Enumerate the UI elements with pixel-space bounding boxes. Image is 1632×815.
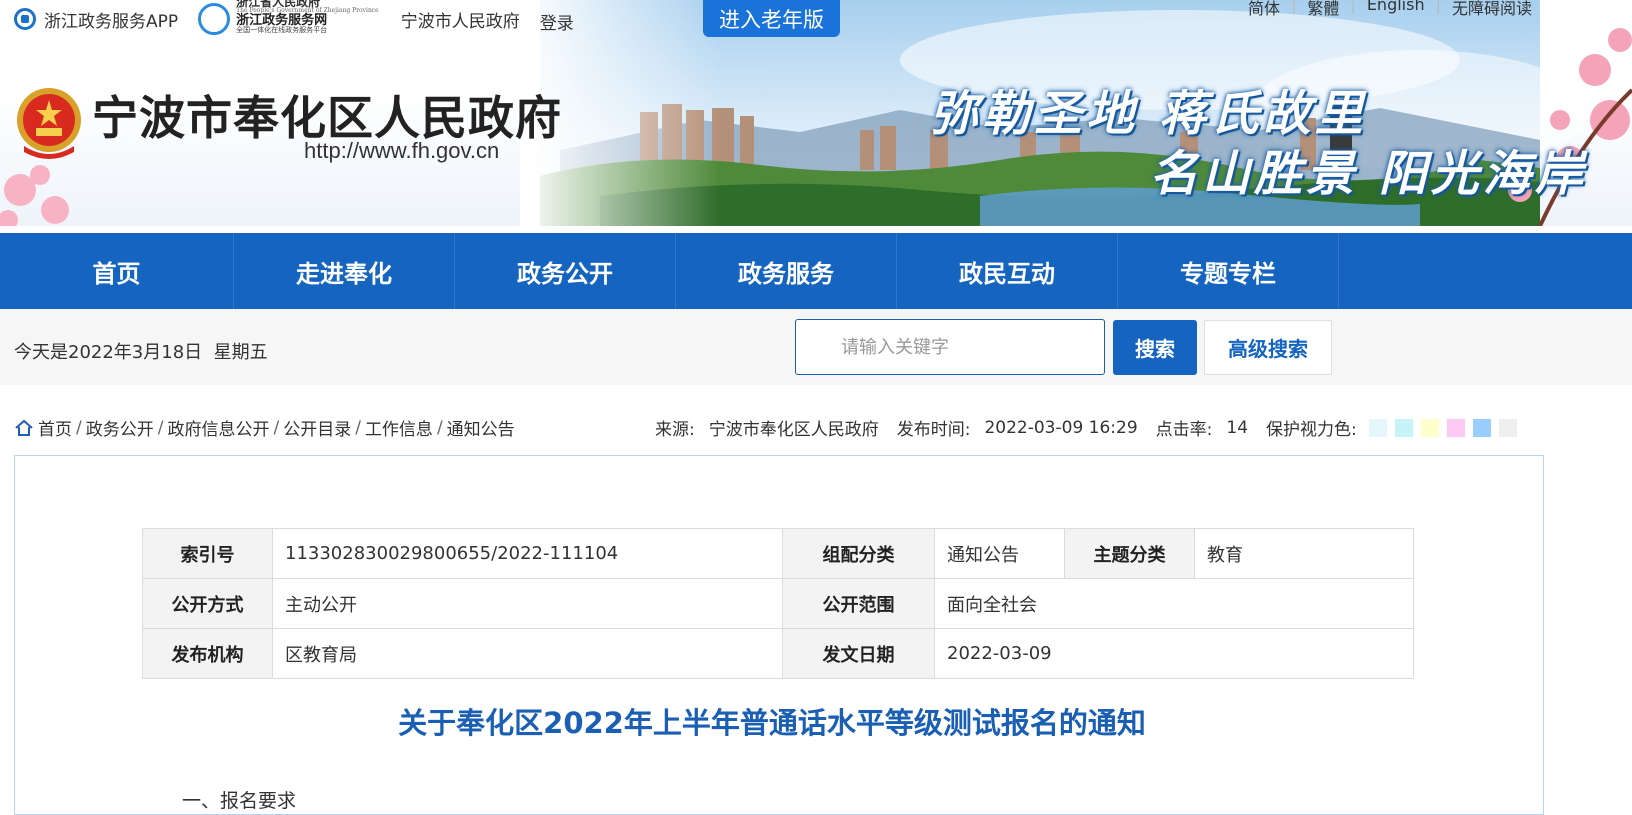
article-meta: 来源: 宁波市奉化区人民政府 发布时间: 2022-03-09 16:29 点击… (655, 415, 1517, 440)
zj-app-label: 浙江政务服务APP (44, 11, 179, 32)
login-link[interactable]: 登录 (540, 9, 574, 34)
home-icon (15, 419, 33, 436)
topic-value: 教育 (1194, 528, 1414, 579)
zj-app-link[interactable]: 浙江政务服务APP (14, 7, 178, 32)
nav-interaction[interactable]: 政民互动 (897, 233, 1118, 309)
hits-label: 点击率: (1155, 420, 1213, 440)
header-banner: 浙江政务服务APP 浙江省人民政府 The People's Governmen… (0, 0, 1632, 226)
color-swatch[interactable] (1498, 418, 1517, 437)
lang-simplified[interactable]: 简体 (1248, 0, 1280, 19)
open-mode-value: 主动公开 (272, 578, 783, 629)
breadcrumb-catalog[interactable]: 公开目录 (283, 415, 351, 440)
color-swatch[interactable] (1394, 418, 1413, 437)
open-scope-label: 公开范围 (782, 578, 935, 629)
doc-info-table: 索引号 113302830029800655/2022-111104 组配分类 … (142, 528, 1414, 679)
lang-traditional[interactable]: 繁體 (1307, 0, 1339, 19)
zj-app-icon (14, 8, 36, 30)
issue-date-label: 发文日期 (782, 628, 935, 679)
index-value: 113302830029800655/2022-111104 (272, 528, 783, 579)
advanced-search-button[interactable]: 高级搜索 (1204, 320, 1332, 375)
section-heading: 一、报名要求 (182, 790, 297, 812)
zj-gov-service-logo[interactable]: 浙江省人民政府 The People's Government of Zheji… (198, 0, 379, 35)
group-value: 通知公告 (934, 528, 1065, 579)
breadcrumb-work-info[interactable]: 工作信息 (365, 415, 433, 440)
publish-time-value: 2022-03-09 16:29 (984, 417, 1138, 438)
topic-label: 主题分类 (1064, 528, 1195, 579)
search-input[interactable] (795, 319, 1105, 375)
slogan-line2: 名山胜景 阳光海岸 (1150, 146, 1587, 202)
document-title: 关于奉化区2022年上半年普通话水平等级测试报名的通知 (398, 706, 1146, 740)
color-swatch[interactable] (1446, 418, 1465, 437)
zj-logo-line4: 全国一体化在线政务服务平台 (236, 26, 328, 34)
open-mode-label: 公开方式 (142, 578, 273, 629)
nav-home[interactable]: 首页 (0, 233, 234, 309)
open-scope-value: 面向全社会 (934, 578, 1414, 629)
index-label: 索引号 (142, 528, 273, 579)
language-switch: 简体 | 繁體 | English | 无障碍阅读 (1248, 0, 1532, 19)
national-emblem-icon (17, 88, 81, 159)
hits-value: 14 (1226, 417, 1249, 438)
publish-time-label: 发布时间: (896, 420, 971, 440)
issue-date-value: 2022-03-09 (934, 628, 1414, 679)
elder-mode-button[interactable]: 进入老年版 (703, 0, 840, 37)
nav-gov-services[interactable]: 政务服务 (676, 233, 897, 309)
search-button[interactable]: 搜索 (1113, 320, 1197, 375)
nav-gov-affairs-open[interactable]: 政务公开 (455, 233, 676, 309)
color-swatch[interactable] (1472, 418, 1491, 437)
color-swatch[interactable] (1420, 418, 1439, 437)
accessibility-link[interactable]: 无障碍阅读 (1452, 0, 1532, 19)
nav-special-topics[interactable]: 专题专栏 (1118, 233, 1339, 309)
city-gov-link[interactable]: 宁波市人民政府 (401, 7, 520, 32)
main-nav: 首页 走进奉化 政务公开 政务服务 政民互动 专题专栏 (0, 233, 1632, 309)
org-value: 区教育局 (272, 628, 783, 679)
zj-gov-service-icon (198, 3, 231, 35)
nav-about-fenghua[interactable]: 走进奉化 (234, 233, 455, 309)
breadcrumb-info-open[interactable]: 政府信息公开 (167, 415, 269, 440)
breadcrumb: 首页 / 政务公开 / 政府信息公开 / 公开目录 / 工作信息 / 通知公告 (14, 415, 515, 440)
eye-care-swatches (1361, 418, 1517, 437)
breadcrumb-home[interactable]: 首页 (38, 415, 72, 440)
breadcrumb-notice[interactable]: 通知公告 (447, 415, 515, 440)
eye-care-label: 保护视力色: (1266, 420, 1357, 440)
lang-english[interactable]: English (1367, 0, 1425, 19)
site-url: http://www.fh.gov.cn (304, 138, 500, 163)
current-date: 今天是2022年3月18日 星期五 (14, 342, 268, 363)
source-value: 宁波市奉化区人民政府 (708, 420, 879, 440)
group-label: 组配分类 (782, 528, 935, 579)
color-swatch[interactable] (1368, 418, 1387, 437)
source-label: 来源: (655, 420, 695, 440)
org-label: 发布机构 (142, 628, 273, 679)
breadcrumb-gov-open[interactable]: 政务公开 (86, 415, 154, 440)
